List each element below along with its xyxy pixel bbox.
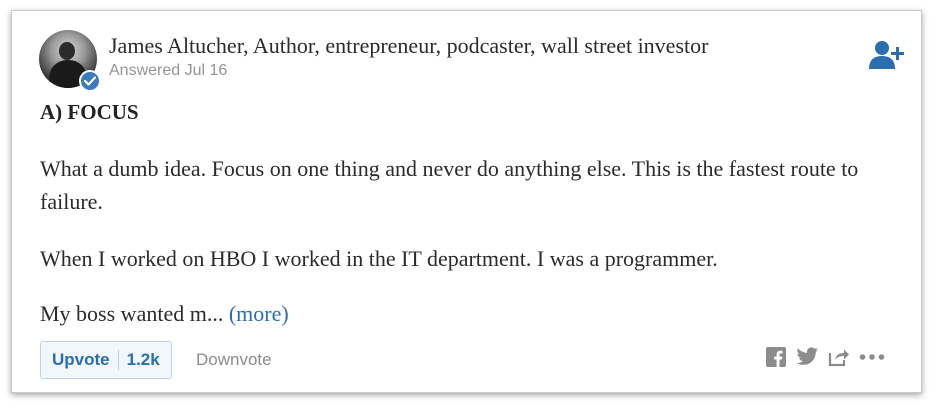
facebook-icon[interactable] xyxy=(766,347,786,367)
downvote-button[interactable]: Downvote xyxy=(196,350,272,370)
upvote-count: 1.2k xyxy=(126,350,160,369)
follow-user-plus-icon[interactable] xyxy=(869,39,905,71)
author-avatar-container[interactable] xyxy=(39,30,101,92)
verified-check-icon xyxy=(79,70,101,92)
upvote-label: Upvote xyxy=(52,350,110,369)
truncated-text: My boss wanted m... xyxy=(40,301,224,326)
more-options-icon[interactable] xyxy=(859,353,885,361)
answer-paragraph: When I worked on HBO I worked in the IT … xyxy=(40,246,718,271)
share-icon[interactable] xyxy=(828,347,850,367)
answer-card: James Altucher, Author, entrepreneur, po… xyxy=(11,10,922,393)
answered-date[interactable]: Answered Jul 16 xyxy=(109,62,227,80)
more-link[interactable]: (more) xyxy=(229,301,289,326)
answer-truncated-paragraph: My boss wanted m... (more) xyxy=(40,297,900,330)
twitter-icon[interactable] xyxy=(795,347,819,367)
upvote-button[interactable]: Upvote 1.2k xyxy=(40,341,172,379)
author-name-credential[interactable]: James Altucher, Author, entrepreneur, po… xyxy=(109,33,708,59)
answer-heading: A) FOCUS xyxy=(40,100,139,124)
answer-paragraph: What a dumb idea. Focus on one thing and… xyxy=(40,156,859,214)
share-toolbar xyxy=(766,347,885,367)
